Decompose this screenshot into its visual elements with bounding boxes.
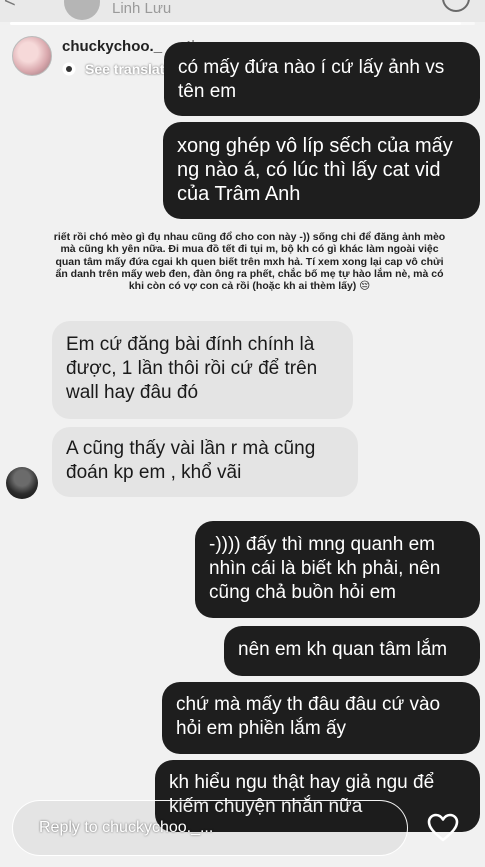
previous-header-strip: < Linh Lưu [0, 0, 485, 22]
reply-input[interactable]: Reply to chuckychoo._... [12, 800, 408, 856]
story-progress-fill [10, 22, 462, 25]
sent-message-2: xong ghép vô líp sếch của mấy ng nào á, … [163, 122, 480, 219]
previous-avatar [64, 0, 100, 20]
avatar[interactable] [12, 36, 52, 76]
back-arrow-icon[interactable]: < [4, 0, 16, 13]
translate-icon[interactable] [62, 62, 76, 76]
heart-icon[interactable] [427, 813, 459, 843]
sent-message-4: nên em kh quan tâm lắm [224, 626, 480, 676]
sent-message-3: -)))) đấy thì mng quanh em nhìn cái là b… [195, 521, 480, 618]
story-caption: riết rồi chó mèo gì đụ nhau cũng đổ cho … [53, 231, 446, 293]
story-progress-bar [10, 22, 475, 25]
received-message-1: Em cứ đăng bài đính chính là được, 1 lần… [52, 321, 353, 419]
previous-username: Linh Lưu [112, 0, 172, 17]
previous-action-icon [442, 0, 470, 12]
received-message-2: A cũng thấy vài lần r mà cũng đoán kp em… [52, 427, 358, 497]
sent-message-1: có mấy đứa nào í cứ lấy ảnh vs tên em [164, 42, 480, 116]
story-username[interactable]: chuckychoo._ [62, 38, 162, 55]
sent-message-5: chứ mà mấy th đâu đâu cứ vào hỏi em phiề… [162, 682, 480, 754]
avatar [6, 467, 38, 499]
